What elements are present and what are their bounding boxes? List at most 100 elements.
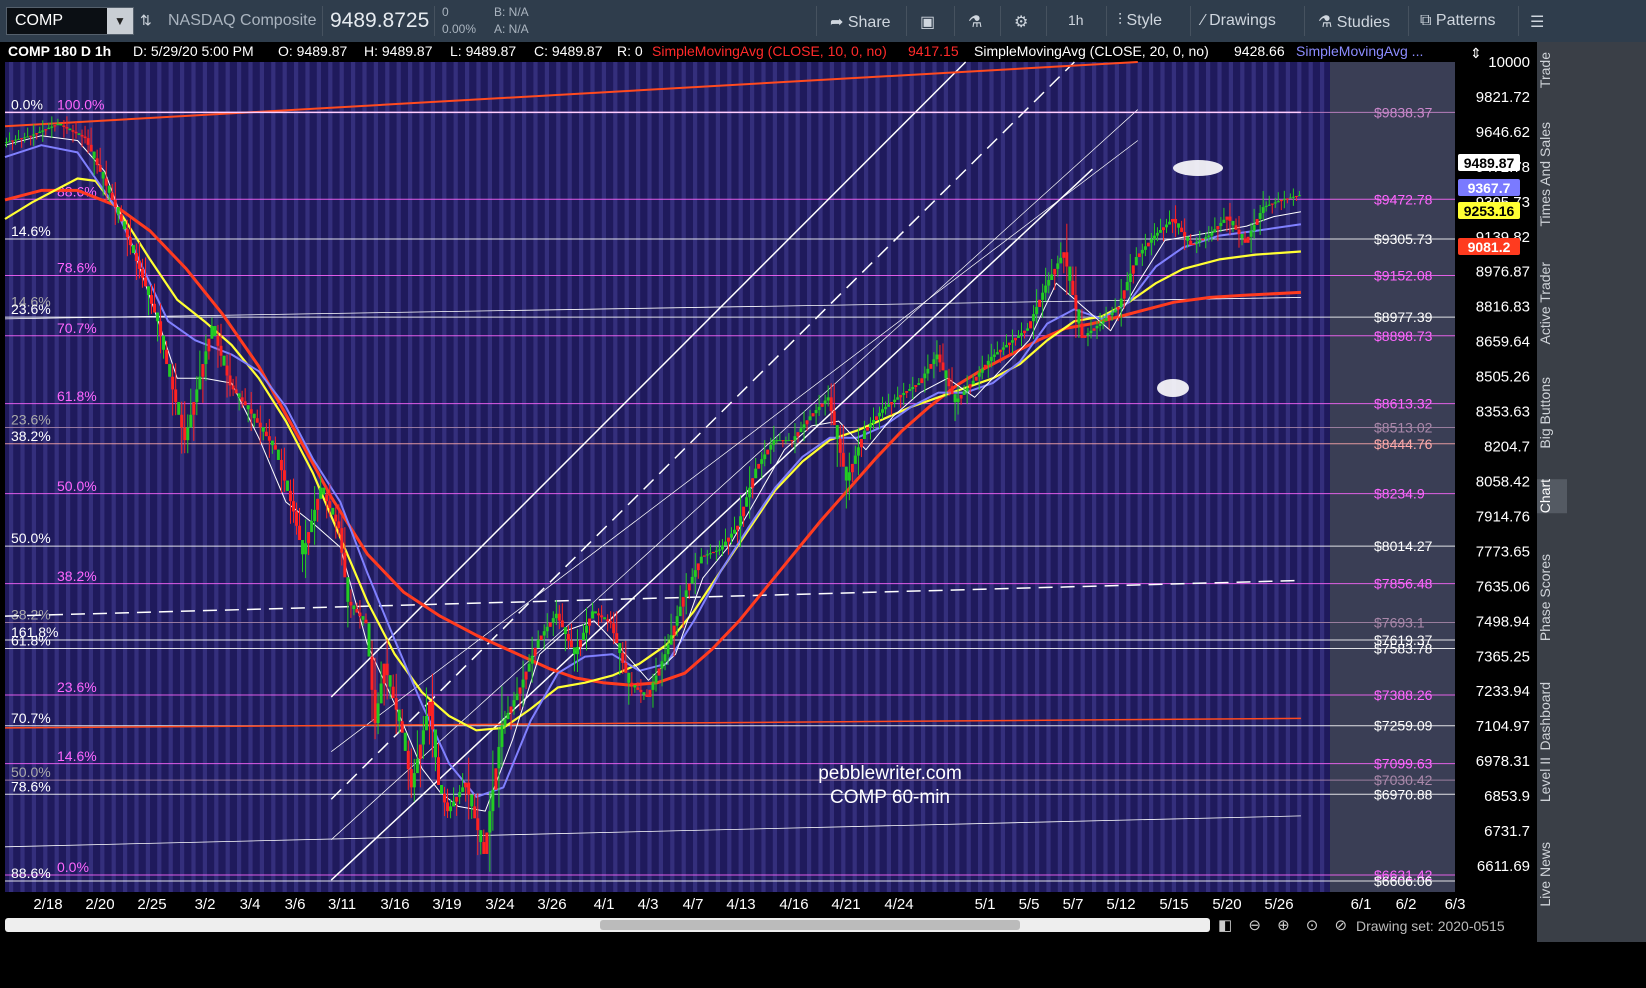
candle-body (1189, 240, 1193, 246)
candle-body (684, 590, 688, 598)
candle-body (282, 470, 286, 481)
drawings-button[interactable]: ∕ Drawings (1202, 12, 1276, 30)
candle-body (1122, 290, 1126, 299)
candle-body (131, 245, 135, 254)
price-badge-label: 9081.2 (1468, 239, 1511, 255)
fib-label: 100.0% (57, 96, 104, 112)
candle-body (615, 633, 619, 644)
candle-body (853, 455, 857, 464)
candle-body (929, 364, 933, 369)
symbol-input[interactable]: COMP ▼ (6, 7, 134, 35)
candle-body (225, 365, 229, 376)
candle-body (548, 622, 552, 627)
style-button[interactable]: ⫶ Style (1118, 12, 1162, 30)
price-chart[interactable]: $9838.37 $9472.78 $9305.73 $9152.08 $8977.39… (0, 42, 1537, 912)
candle-body (751, 478, 755, 488)
candle-body (669, 635, 673, 645)
candle-body (760, 459, 764, 464)
candle-body (865, 427, 869, 431)
candle-body (255, 418, 259, 423)
price-label: $8898.73 (1374, 328, 1433, 344)
price-label: $9472.78 (1374, 191, 1433, 207)
sidebar-tab-big-buttons[interactable]: Big Buttons (1537, 377, 1567, 449)
candle-body (702, 555, 706, 557)
candle-body (1258, 213, 1262, 219)
drawing-set-label[interactable]: Drawing set: 2020-0515 (1356, 918, 1505, 934)
session-stripe (1114, 62, 1119, 892)
chevron-down-icon[interactable]: ▼ (107, 8, 133, 34)
session-stripe (430, 62, 435, 892)
candle-body (20, 138, 24, 140)
sidebar-tab-times-and-sales[interactable]: Times And Sales (1537, 122, 1567, 227)
candle-body (805, 420, 809, 425)
candle-body (896, 397, 900, 400)
watermark-text: COMP 60-min (830, 787, 950, 808)
candle-body (364, 619, 368, 624)
session-stripe (738, 62, 743, 892)
candle-body (802, 424, 806, 429)
candle-body (518, 687, 522, 694)
zoom-controls[interactable]: ◧ ⊖ ⊕ ⊙ ⊘ (1218, 916, 1353, 934)
sidebar-tab-phase-scores[interactable]: Phase Scores (1537, 554, 1567, 641)
session-stripe (339, 62, 344, 892)
menu-icon[interactable]: ☰ (1530, 12, 1544, 32)
candle-body (748, 487, 752, 498)
candle-body (588, 618, 592, 626)
gear-icon[interactable]: ⚙ (1014, 12, 1028, 32)
y-tick-label: 7773.65 (1476, 543, 1530, 560)
candle-body (871, 419, 875, 424)
candle-body (222, 355, 226, 366)
fib-label: 61.8% (11, 633, 51, 649)
candle-body (26, 136, 30, 138)
candle-body (56, 123, 60, 126)
price-label: $9152.08 (1374, 268, 1433, 284)
horizontal-scrollbar[interactable] (5, 918, 1210, 932)
candle-body (288, 490, 292, 502)
candle-body (878, 412, 882, 417)
candle-body (234, 389, 238, 394)
sidebar-tab-level-ii[interactable]: Level II (1537, 757, 1567, 802)
session-stripe (1263, 62, 1268, 892)
link-icon[interactable]: ⇅ (140, 12, 152, 29)
candle-body (989, 356, 993, 361)
session-stripe (1092, 62, 1097, 892)
candle-body (911, 387, 915, 390)
candle-body (406, 750, 410, 770)
candle-body (1174, 218, 1178, 224)
candle-body (1056, 263, 1060, 269)
candle-body (74, 131, 78, 134)
price-label: $8234.9 (1374, 486, 1425, 502)
sidebar-tab-active-trader[interactable]: Active Trader (1537, 262, 1567, 344)
session-stripe (556, 62, 561, 892)
sidebar-tab-live-news[interactable]: Live News (1537, 842, 1567, 907)
sidebar-tab-chart[interactable]: Chart (1537, 479, 1567, 514)
sidebar-tab-dashboard[interactable]: Dashboard (1537, 682, 1567, 751)
candle-body (530, 655, 534, 664)
scrollbar-thumb[interactable] (600, 920, 1020, 930)
candle-body (192, 402, 196, 415)
candle-body (1053, 268, 1057, 275)
candle-body (95, 158, 99, 166)
candle-body (730, 533, 734, 538)
session-stripe (1240, 62, 1245, 892)
share-button[interactable]: ➦ Share (830, 12, 891, 32)
patterns-button[interactable]: ⧉ Patterns (1420, 12, 1495, 30)
candle-body (663, 654, 667, 662)
candle-body (140, 268, 144, 278)
interval-button[interactable]: 1h (1068, 12, 1084, 28)
candle-body (1216, 226, 1220, 230)
highlight-marker (1157, 379, 1189, 397)
candle-body (591, 611, 595, 619)
candle-body (270, 440, 274, 446)
studies-button[interactable]: ⚗ Studies (1318, 12, 1390, 32)
sidebar-tab-trade[interactable]: Trade (1537, 52, 1567, 88)
candle-body (310, 520, 314, 533)
session-stripe (1285, 62, 1290, 892)
candle-body (868, 423, 872, 428)
candle-body (1240, 234, 1244, 239)
candle-body (1168, 221, 1172, 225)
flask-icon[interactable]: ⚗ (968, 12, 982, 32)
camera-icon[interactable]: ▣ (920, 12, 935, 32)
candle-body (355, 608, 359, 613)
x-tick-label: 5/12 (1106, 896, 1135, 912)
